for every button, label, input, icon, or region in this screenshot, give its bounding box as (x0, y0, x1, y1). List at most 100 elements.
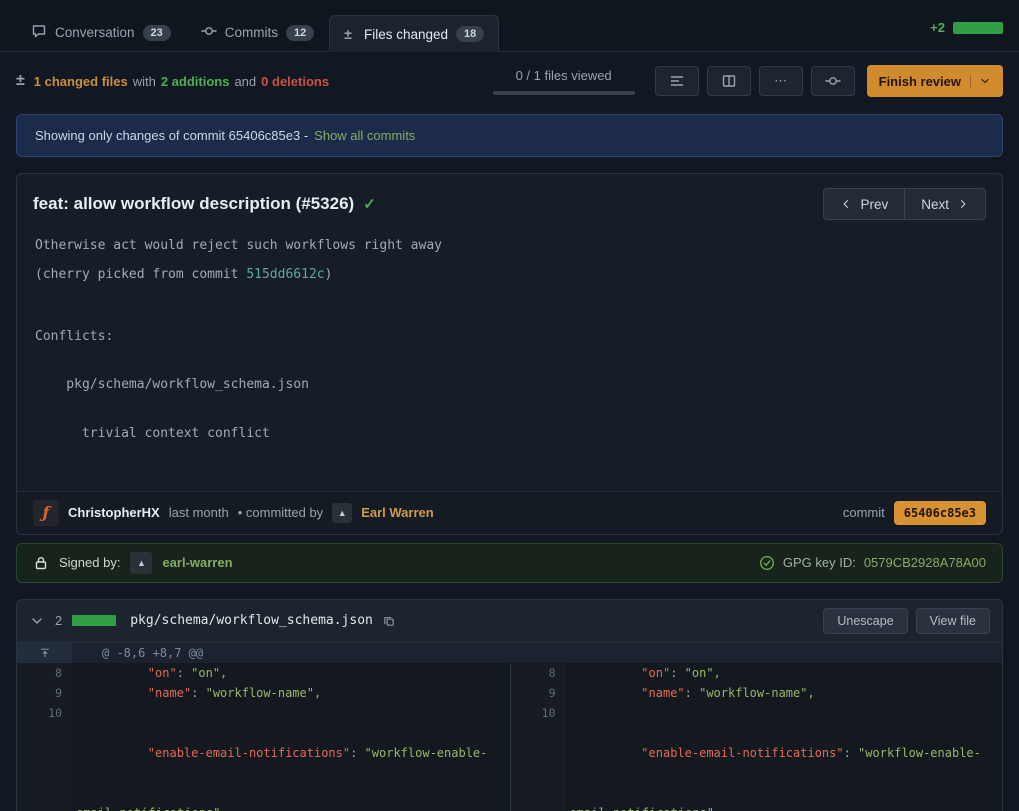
tab-files-changed-count: 18 (456, 26, 484, 42)
commit-meta-row: ƒ ChristopherHX last month • committed b… (17, 491, 1002, 534)
view-file-button[interactable]: View file (916, 608, 990, 634)
unified-diff-button[interactable] (655, 66, 699, 96)
commit-title: feat: allow workflow description (#5326) (33, 194, 354, 214)
commit-message-body: Otherwise act would reject such workflow… (17, 224, 1002, 491)
left-code: "on": "on", (72, 663, 510, 683)
author-link[interactable]: ChristopherHX (68, 505, 160, 520)
show-all-commits-link[interactable]: Show all commits (314, 128, 415, 143)
prev-label: Prev (860, 197, 888, 212)
commit-icon (825, 73, 841, 89)
left-code: "name": "workflow-name", (72, 683, 510, 703)
commit-hash-badge[interactable]: 65406c85e3 (894, 501, 986, 525)
split-diff-button[interactable] (707, 66, 751, 96)
left-line-number[interactable]: 8 (17, 663, 72, 683)
tab-conversation-count: 23 (143, 25, 171, 41)
conflict-note: trivial context conflict (35, 426, 984, 442)
verified-icon (759, 555, 775, 571)
signed-by-label: Signed by: (59, 555, 120, 570)
conflicts-block: Conflicts: pkg/schema/workflow_schema.js… (35, 296, 984, 475)
diff-file-box: 2 pkg/schema/workflow_schema.json Unesca… (16, 599, 1003, 811)
ellipsis-icon: ⋯ (774, 73, 787, 89)
lock-icon (33, 555, 49, 571)
signer-avatar[interactable]: ▲ (130, 552, 152, 574)
changed-files-link[interactable]: 1 changed files (34, 74, 128, 89)
diff-stat-bar (953, 22, 1003, 34)
diff-body: @ -8,6 +8,7 @@ 8 "on": "on", 8 "on": "on… (17, 643, 1002, 811)
next-label: Next (921, 197, 949, 212)
collapse-file-icon[interactable] (29, 613, 45, 629)
unescape-button[interactable]: Unescape (823, 608, 907, 634)
plus-minus-icon: ± (16, 72, 25, 90)
diff-file-header: 2 pkg/schema/workflow_schema.json Unesca… (17, 600, 1002, 643)
left-line-number[interactable]: 9 (17, 683, 72, 703)
expand-up-button[interactable] (17, 643, 72, 663)
committed-by-label: • committed by (238, 505, 323, 520)
tab-conversation-label: Conversation (55, 25, 135, 40)
diff-stat-count: +2 (930, 20, 945, 35)
comment-icon (31, 23, 47, 42)
right-line-number[interactable]: 10 (511, 703, 566, 811)
author-avatar[interactable]: ƒ (33, 500, 59, 526)
gpg-info: GPG key ID: 0579CB2928A78A00 (759, 555, 986, 571)
right-line-number[interactable]: 8 (511, 663, 566, 683)
diff-options-button[interactable]: ⋯ (759, 66, 803, 96)
commit-nav: Prev Next (823, 188, 986, 220)
pr-tab-bar: Conversation 23 Commits 12 ± Files chang… (0, 0, 1019, 52)
hunk-header-text: @ -8,6 +8,7 @@ (72, 643, 1002, 663)
tab-files-changed[interactable]: ± Files changed 18 (329, 15, 499, 52)
diff-row: 10 "enable-email-notifications": "workfl… (17, 703, 1002, 811)
tab-files-changed-label: Files changed (364, 27, 448, 42)
right-code: "enable-email-notifications": "workflow-… (566, 703, 1003, 811)
cherry-hash-link[interactable]: 515dd6612c (246, 267, 324, 282)
tab-commits-label: Commits (225, 25, 278, 40)
commit-filter-banner: Showing only changes of commit 65406c85e… (16, 114, 1003, 157)
finish-review-label: Finish review (879, 74, 961, 89)
diff-row: 9 "name": "workflow-name", 9 "name": "wo… (17, 683, 1002, 703)
next-commit-button[interactable]: Next (905, 188, 986, 220)
right-code: "on": "on", (566, 663, 1003, 683)
left-code: "enable-email-notifications": "workflow-… (72, 703, 510, 811)
signer-link[interactable]: earl-warren (162, 555, 232, 570)
files-viewed: 0 / 1 files viewed (493, 68, 635, 95)
banner-text: Showing only changes of commit 65406c85e… (35, 128, 308, 143)
left-line-number[interactable]: 10 (17, 703, 72, 811)
commit-box: feat: allow workflow description (#5326)… (16, 173, 1003, 535)
caret-down-icon (970, 75, 991, 87)
tab-conversation[interactable]: Conversation 23 (16, 12, 186, 52)
review-toolbar: ± 1 changed files with 2 additions and 0… (0, 52, 1019, 110)
changed-files-summary: ± 1 changed files with 2 additions and 0… (16, 72, 329, 90)
cherry-pick-line: (cherry picked from commit 515dd6612c) (35, 267, 984, 282)
finish-review-button[interactable]: Finish review (867, 65, 1003, 97)
deletions-count: 0 deletions (261, 74, 329, 89)
commit-icon (201, 23, 217, 42)
ci-success-icon[interactable]: ✓ (363, 195, 376, 213)
commit-time: last month (169, 505, 229, 520)
cherry-prefix: (cherry picked from commit (35, 267, 246, 282)
commit-header: feat: allow workflow description (#5326)… (17, 174, 1002, 224)
commit-message-line: Otherwise act would reject such workflow… (35, 238, 984, 253)
tab-commits-count: 12 (286, 25, 314, 41)
copy-file-name-icon[interactable] (383, 615, 395, 627)
conflict-file: pkg/schema/workflow_schema.json (35, 377, 984, 393)
commit-select-button[interactable] (811, 66, 855, 96)
file-name-link[interactable]: pkg/schema/workflow_schema.json (130, 613, 373, 628)
global-diff-stat: +2 (930, 20, 1003, 51)
cherry-suffix: ) (325, 267, 333, 282)
gpg-key-label: GPG key ID: (783, 555, 856, 570)
gpg-key-value: 0579CB2928A78A00 (864, 555, 986, 570)
tab-commits[interactable]: Commits 12 (186, 12, 330, 52)
diff-icon: ± (344, 26, 352, 42)
split-diff-icon (721, 73, 737, 89)
summary-join1: with (133, 74, 156, 89)
file-actions: Unescape View file (823, 608, 990, 634)
committer-link[interactable]: Earl Warren (361, 505, 434, 520)
files-viewed-progress (493, 91, 635, 95)
chevron-right-icon (957, 198, 969, 210)
file-change-count: 2 (55, 613, 62, 628)
committer-avatar[interactable]: ▲ (332, 503, 352, 523)
right-line-number[interactable]: 9 (511, 683, 566, 703)
prev-commit-button[interactable]: Prev (823, 188, 905, 220)
chevron-left-icon (840, 198, 852, 210)
unified-diff-icon (669, 73, 685, 89)
diff-row: 8 "on": "on", 8 "on": "on", (17, 663, 1002, 683)
